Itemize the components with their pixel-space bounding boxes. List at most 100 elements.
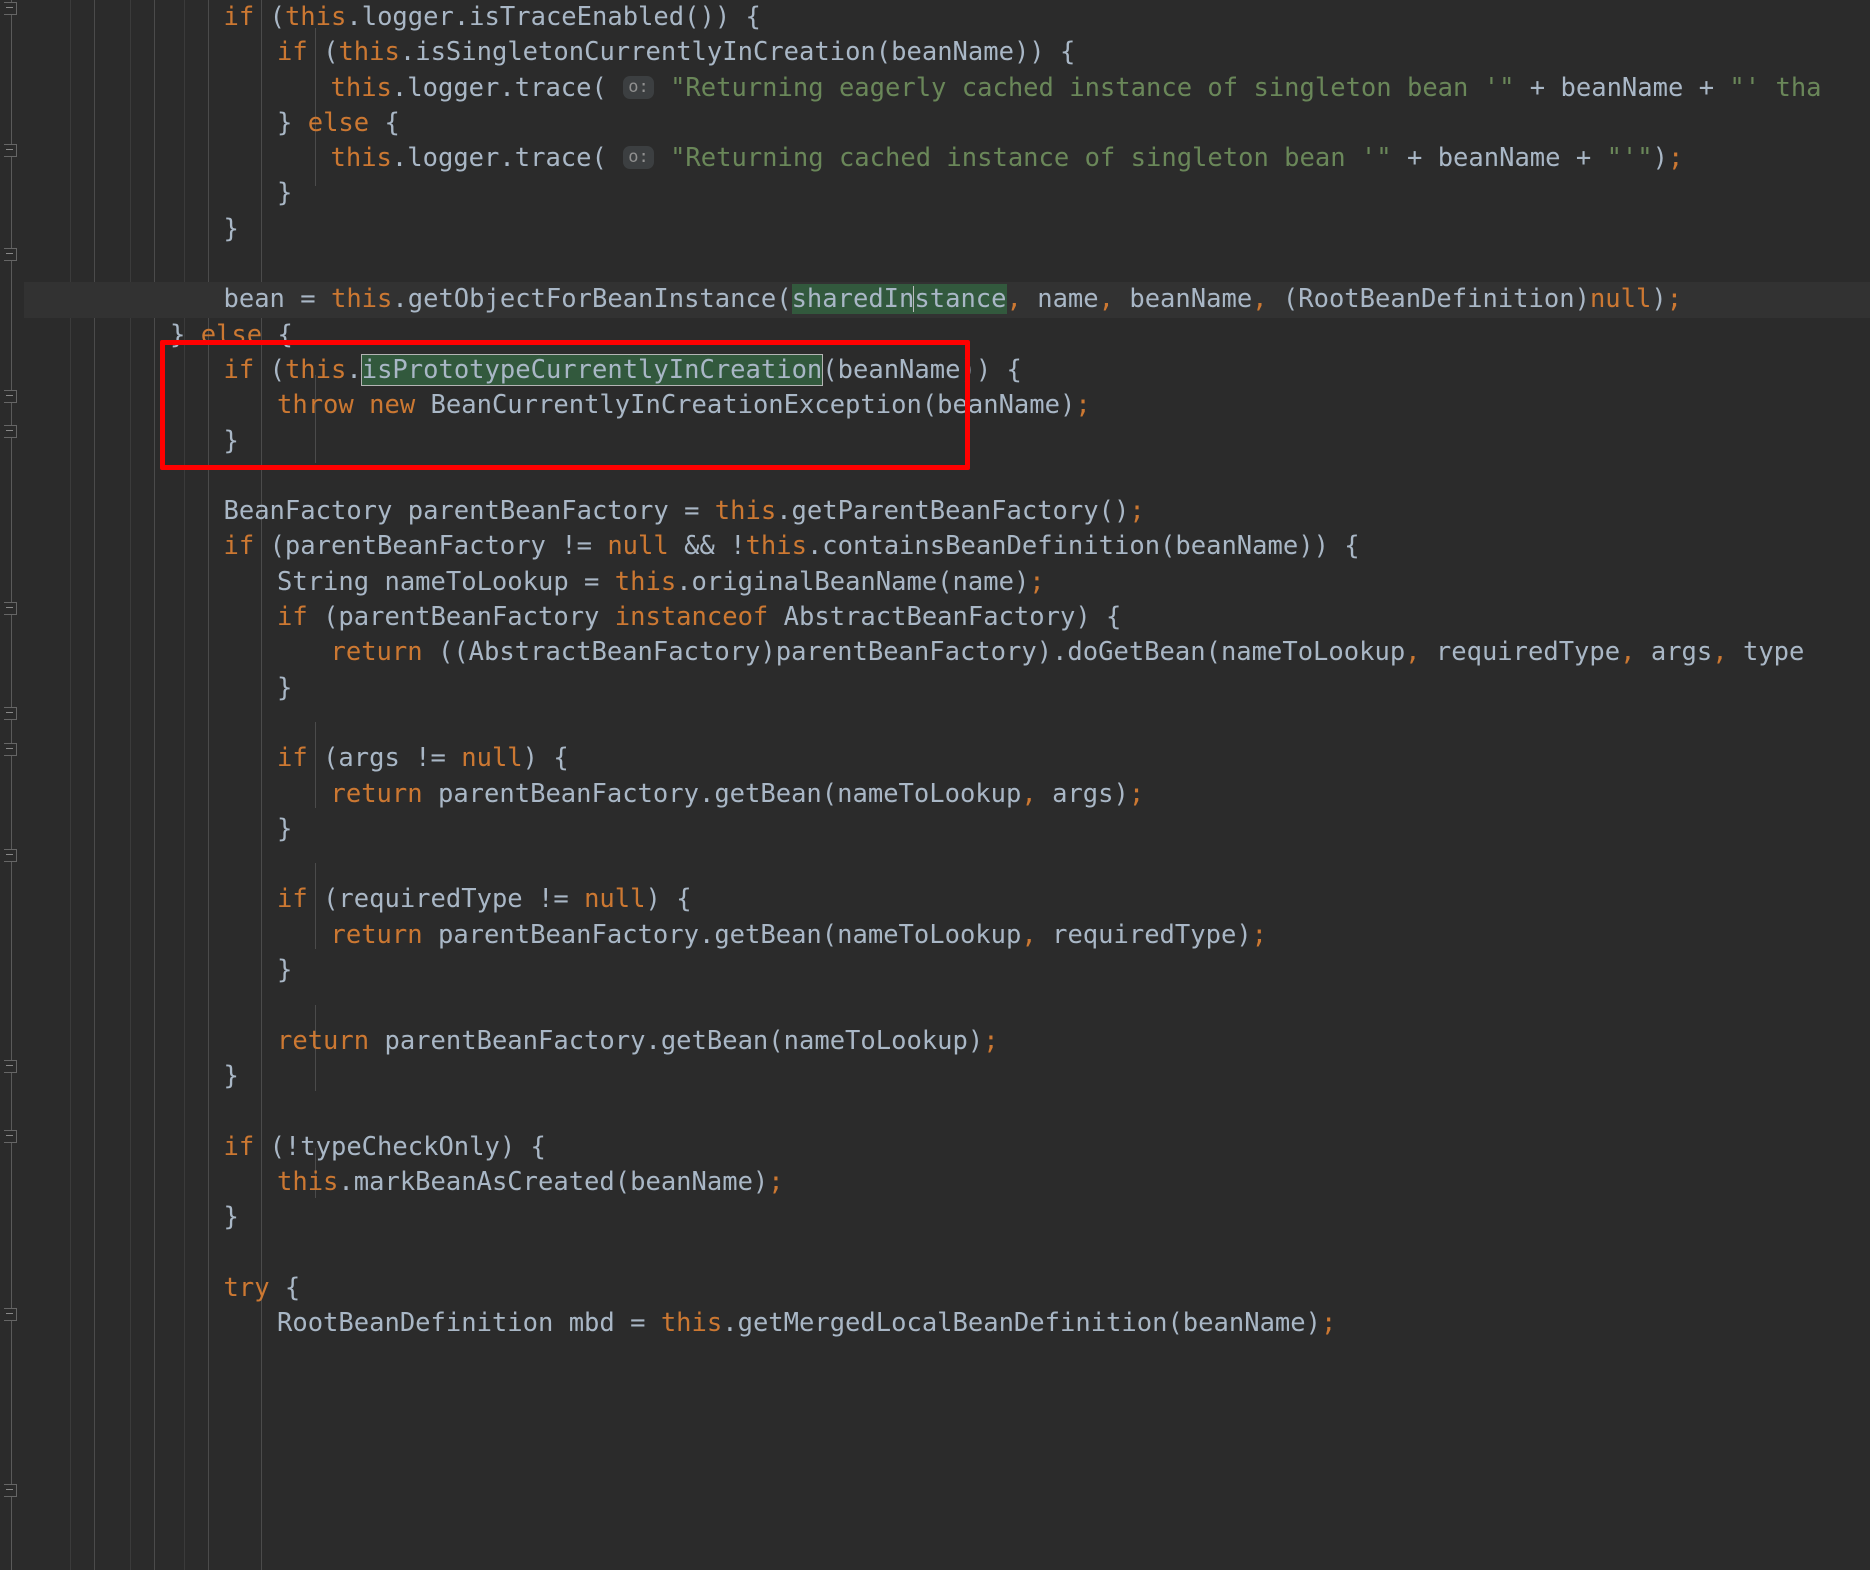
code-line[interactable] (24, 988, 1870, 1023)
code-token: args (1635, 637, 1713, 668)
source-code-text[interactable]: if (this.logger.isTraceEnabled()) {if (t… (24, 0, 1870, 1341)
code-line-text: throw new BeanCurrentlyInCreationExcepti… (277, 388, 1091, 423)
code-token: { (369, 107, 400, 138)
code-line[interactable] (24, 247, 1870, 282)
code-line[interactable]: } (24, 424, 1870, 459)
fold-region-marker[interactable] (4, 1308, 20, 1321)
code-line[interactable]: return parentBeanFactory.getBean(nameToL… (24, 1024, 1870, 1059)
fold-region-marker[interactable] (4, 1060, 20, 1073)
code-token: name (1021, 284, 1099, 315)
code-token: "' tha (1729, 72, 1822, 103)
parameter-hint-badge[interactable]: o: (623, 146, 654, 170)
editor-gutter[interactable] (0, 0, 24, 1570)
code-token: if (223, 354, 255, 385)
code-line-text: } else { (170, 318, 293, 353)
fold-region-marker[interactable] (4, 1484, 20, 1497)
code-line[interactable]: try { (24, 1271, 1870, 1306)
code-line-text: return parentBeanFactory.getBean(nameToL… (277, 1024, 999, 1059)
code-line-text: return parentBeanFactory.getBean(nameToL… (331, 777, 1145, 812)
code-line[interactable]: } (24, 1200, 1870, 1235)
code-line[interactable] (24, 1235, 1870, 1270)
code-token: return (330, 637, 423, 668)
code-token: null (1589, 284, 1652, 315)
fold-region-marker[interactable] (4, 248, 20, 261)
code-line[interactable]: String nameToLookup = this.originalBeanN… (24, 565, 1870, 600)
code-line-text: } (277, 812, 292, 847)
fold-region-marker[interactable] (4, 1130, 20, 1143)
code-token: "'" (1606, 143, 1653, 174)
code-token: ) { (522, 743, 569, 774)
code-token: BeanCurrentlyInCreationException(beanNam… (415, 390, 1076, 421)
code-line[interactable]: } (24, 1059, 1870, 1094)
fold-region-marker[interactable] (4, 390, 20, 403)
code-token: && ! (668, 531, 746, 562)
code-line[interactable]: if (args != null) { (24, 741, 1870, 776)
code-token: .logger.trace( (391, 72, 623, 103)
code-line[interactable]: } (24, 671, 1870, 706)
code-line[interactable]: } (24, 212, 1870, 247)
code-line[interactable]: } (24, 176, 1870, 211)
code-line-text: try { (224, 1271, 301, 1306)
code-line-text: if (this.logger.isTraceEnabled()) { (224, 0, 761, 35)
code-token: } (277, 178, 293, 209)
parameter-hint-badge[interactable]: o: (623, 75, 654, 99)
code-token: ( (307, 37, 339, 68)
code-line[interactable]: if (this.isPrototypeCurrentlyInCreation(… (24, 353, 1870, 388)
code-token: ; (1029, 566, 1045, 597)
code-token: } (277, 107, 308, 138)
code-token: ; (1320, 1307, 1337, 1338)
fold-region-marker[interactable] (4, 707, 20, 720)
code-line[interactable]: if (!typeCheckOnly) { (24, 1130, 1870, 1165)
code-line[interactable]: throw new BeanCurrentlyInCreationExcepti… (24, 388, 1870, 423)
code-line[interactable] (24, 706, 1870, 741)
code-line[interactable]: } else { (24, 106, 1870, 141)
code-line[interactable]: return parentBeanFactory.getBean(nameToL… (24, 918, 1870, 953)
code-line[interactable] (24, 1094, 1870, 1129)
editor-viewport[interactable]: if (this.logger.isTraceEnabled()) {if (t… (24, 0, 1870, 1570)
code-line[interactable]: return parentBeanFactory.getBean(nameToL… (24, 777, 1870, 812)
code-line[interactable]: BeanFactory parentBeanFactory = this.get… (24, 494, 1870, 529)
code-token: + (1391, 143, 1438, 174)
fold-region-marker[interactable] (4, 849, 20, 862)
fold-region-marker[interactable] (4, 602, 20, 615)
code-token: if (277, 37, 308, 68)
code-line-text: if (args != null) { (277, 741, 569, 776)
code-token: , (1021, 919, 1037, 950)
code-line[interactable] (24, 459, 1870, 494)
code-token: bean = (223, 284, 331, 315)
fold-region-marker[interactable] (4, 2, 20, 15)
code-line[interactable] (24, 847, 1870, 882)
code-line[interactable]: RootBeanDefinition mbd = this.getMergedL… (24, 1306, 1870, 1341)
code-token: .logger.trace( (391, 143, 623, 174)
code-line-text: BeanFactory parentBeanFactory = this.get… (224, 494, 1145, 529)
code-line[interactable]: } (24, 812, 1870, 847)
code-line[interactable]: this.logger.trace( o: "Returning eagerly… (24, 71, 1870, 106)
fold-region-marker[interactable] (4, 425, 20, 438)
fold-rail (11, 0, 12, 1570)
code-token: + (1560, 143, 1607, 174)
fold-region-marker[interactable] (4, 144, 20, 157)
code-line[interactable]: this.markBeanAsCreated(beanName); (24, 1165, 1870, 1200)
code-editor-screen: if (this.logger.isTraceEnabled()) {if (t… (0, 0, 1870, 1570)
code-token: } (223, 213, 239, 244)
code-token: parentBeanFactory.getBean(nameToLookup (422, 778, 1022, 809)
code-token: instanceof (614, 602, 769, 633)
code-token: this (277, 1166, 339, 1197)
code-line[interactable]: } (24, 953, 1870, 988)
fold-region-marker[interactable] (4, 743, 20, 756)
code-line[interactable]: if (parentBeanFactory != null && !this.c… (24, 529, 1870, 564)
code-line[interactable]: this.logger.trace( o: "Returning cached … (24, 141, 1870, 176)
code-line[interactable]: if (this.isSingletonCurrentlyInCreation(… (24, 35, 1870, 70)
code-line[interactable]: if (this.logger.isTraceEnabled()) { (24, 0, 1870, 35)
code-token: this (284, 354, 347, 385)
code-line[interactable]: if (requiredType != null) { (24, 882, 1870, 917)
code-line[interactable]: bean = this.getObjectForBeanInstance(sha… (24, 282, 1870, 318)
code-token: null (461, 743, 523, 774)
code-token: .isSingletonCurrentlyInCreation(beanName… (399, 37, 1076, 68)
code-line[interactable]: return ((AbstractBeanFactory)parentBeanF… (24, 635, 1870, 670)
code-line[interactable]: if (parentBeanFactory instanceof Abstrac… (24, 600, 1870, 635)
code-line[interactable]: } else { (24, 318, 1870, 353)
code-token: return (277, 1025, 370, 1056)
code-line-text: if (!typeCheckOnly) { (224, 1130, 546, 1165)
code-token: } (223, 425, 239, 456)
